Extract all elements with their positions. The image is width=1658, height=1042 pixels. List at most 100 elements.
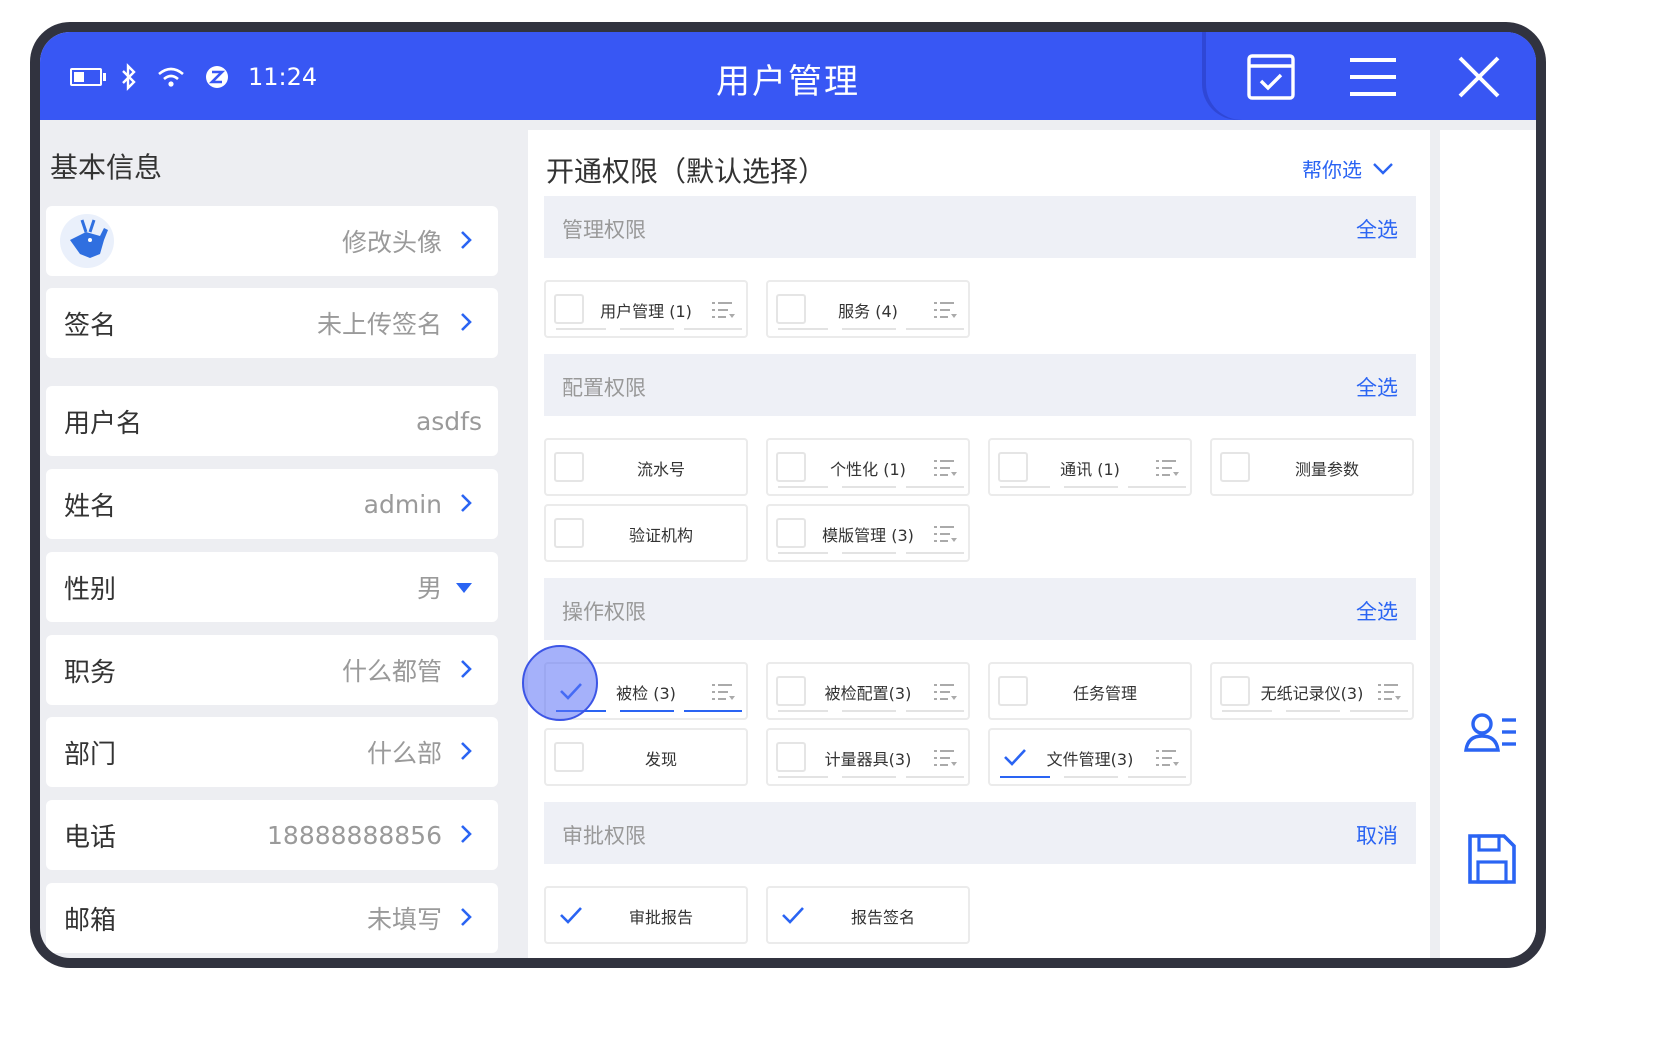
- top-bar-actions: [1206, 32, 1536, 120]
- sub-permission-list-icon[interactable]: [932, 522, 958, 546]
- email-value: 未填写: [366, 905, 442, 934]
- sub-permission-list-icon[interactable]: [710, 298, 736, 322]
- permission-chip[interactable]: 计量器具(3): [766, 728, 970, 786]
- device-frame: 11:24 用户管理 基本信息 修改头像 签名 未上传签名 用户名 asdfs …: [30, 22, 1546, 968]
- checkbox[interactable]: [998, 676, 1028, 706]
- chip-underline: [842, 486, 896, 488]
- checkbox[interactable]: [776, 742, 806, 772]
- top-bar: 11:24 用户管理: [40, 32, 1536, 120]
- basic-info-panel: 基本信息 修改头像 签名 未上传签名 用户名 asdfs 姓名 admin 性别…: [46, 120, 518, 958]
- chip-underline: [684, 710, 742, 712]
- permission-chip[interactable]: 被检配置(3): [766, 662, 970, 720]
- chip-underline: [684, 328, 742, 330]
- email-row[interactable]: 邮箱 未填写: [46, 883, 498, 953]
- checkmark-icon[interactable]: [558, 902, 584, 928]
- sub-permission-list-icon[interactable]: [932, 298, 958, 322]
- phone-value: 18888888856: [267, 820, 442, 850]
- menu-icon[interactable]: [1346, 50, 1400, 104]
- chip-underline: [906, 776, 964, 778]
- sub-permission-list-icon[interactable]: [932, 456, 958, 480]
- help-choose-dropdown[interactable]: 帮你选: [1302, 154, 1394, 183]
- chevron-right-icon: [461, 742, 472, 760]
- permission-chip[interactable]: 服务 (4): [766, 280, 970, 338]
- basic-info-title: 基本信息: [50, 151, 163, 184]
- avatar-row[interactable]: 修改头像: [46, 206, 498, 276]
- cancel-select-button[interactable]: 取消: [1356, 820, 1398, 850]
- permissions-title: 开通权限（默认选择）: [546, 155, 827, 188]
- permission-chip[interactable]: 用户管理 (1): [544, 280, 748, 338]
- permission-label: 流水号: [636, 460, 685, 479]
- username-label: 用户名: [64, 408, 143, 439]
- sub-permission-list-icon[interactable]: [1154, 456, 1180, 480]
- chip-underline: [1222, 710, 1272, 712]
- close-icon[interactable]: [1452, 50, 1506, 104]
- permission-chip[interactable]: 流水号: [544, 438, 748, 496]
- permission-chip[interactable]: 验证机构: [544, 504, 748, 562]
- checkmark-icon[interactable]: [1002, 744, 1028, 770]
- chip-underline: [778, 328, 828, 330]
- checkmark-icon[interactable]: [780, 902, 806, 928]
- group-title: 审批权限: [562, 824, 646, 848]
- chevron-right-icon: [461, 825, 472, 843]
- department-row[interactable]: 部门 什么部: [46, 717, 498, 787]
- chip-underline: [906, 328, 964, 330]
- checkbox[interactable]: [554, 452, 584, 482]
- permission-chip[interactable]: 审批报告: [544, 886, 748, 944]
- permission-chip[interactable]: 模版管理 (3): [766, 504, 970, 562]
- permission-label: 用户管理 (1): [600, 302, 692, 321]
- calendar-check-icon[interactable]: [1244, 50, 1298, 104]
- checkbox[interactable]: [776, 452, 806, 482]
- chip-underline: [1064, 486, 1118, 488]
- user-list-icon[interactable]: [1462, 706, 1520, 764]
- select-all-button[interactable]: 全选: [1356, 214, 1398, 244]
- sub-permission-list-icon[interactable]: [1154, 746, 1180, 770]
- permission-chip[interactable]: 无纸记录仪(3): [1210, 662, 1414, 720]
- checkbox[interactable]: [776, 518, 806, 548]
- chip-underline: [906, 552, 964, 554]
- chevron-right-icon: [461, 908, 472, 926]
- sub-permission-list-icon[interactable]: [1376, 680, 1402, 704]
- permission-chip[interactable]: 测量参数: [1210, 438, 1414, 496]
- checkbox[interactable]: [776, 676, 806, 706]
- gender-row[interactable]: 性别 男: [46, 552, 498, 622]
- checkbox[interactable]: [1220, 452, 1250, 482]
- permission-chip[interactable]: 个性化 (1): [766, 438, 970, 496]
- signature-row[interactable]: 签名 未上传签名: [46, 288, 498, 358]
- touch-focus-indicator: [522, 645, 598, 721]
- chip-underline: [778, 486, 828, 488]
- permission-chip[interactable]: 任务管理: [988, 662, 1192, 720]
- app-screen: 11:24 用户管理 基本信息 修改头像 签名 未上传签名 用户名 asdfs …: [40, 32, 1536, 958]
- permission-chip[interactable]: 文件管理(3): [988, 728, 1192, 786]
- group-title: 配置权限: [562, 376, 646, 400]
- checkbox[interactable]: [776, 294, 806, 324]
- permission-chip[interactable]: 通讯 (1): [988, 438, 1192, 496]
- chip-underline: [1128, 486, 1186, 488]
- checkbox[interactable]: [554, 518, 584, 548]
- department-label: 部门: [64, 739, 117, 770]
- permission-label: 文件管理(3): [1046, 750, 1134, 769]
- name-row[interactable]: 姓名 admin: [46, 469, 498, 539]
- permission-chip[interactable]: 发现: [544, 728, 748, 786]
- checkbox[interactable]: [554, 742, 584, 772]
- permission-label: 通讯 (1): [1060, 460, 1120, 479]
- username-value: asdfs: [415, 406, 482, 436]
- sub-permission-list-icon[interactable]: [932, 746, 958, 770]
- chip-underline: [778, 552, 828, 554]
- position-row[interactable]: 职务 什么都管: [46, 635, 498, 705]
- phone-row[interactable]: 电话 18888888856: [46, 800, 498, 870]
- checkbox[interactable]: [554, 294, 584, 324]
- checkbox[interactable]: [998, 452, 1028, 482]
- group-operate-header: 操作权限 全选: [544, 578, 1416, 640]
- select-all-button[interactable]: 全选: [1356, 372, 1398, 402]
- chip-underline: [1064, 776, 1118, 778]
- permission-label: 审批报告: [628, 908, 693, 927]
- group-approve-header: 审批权限 取消: [544, 802, 1416, 864]
- save-icon[interactable]: [1462, 830, 1520, 888]
- permission-chip[interactable]: 报告签名: [766, 886, 970, 944]
- permission-label: 无纸记录仪(3): [1260, 684, 1364, 703]
- select-all-button[interactable]: 全选: [1356, 596, 1398, 626]
- sub-permission-list-icon[interactable]: [932, 680, 958, 704]
- checkbox[interactable]: [1220, 676, 1250, 706]
- chevron-right-icon: [461, 660, 472, 678]
- sub-permission-list-icon[interactable]: [710, 680, 736, 704]
